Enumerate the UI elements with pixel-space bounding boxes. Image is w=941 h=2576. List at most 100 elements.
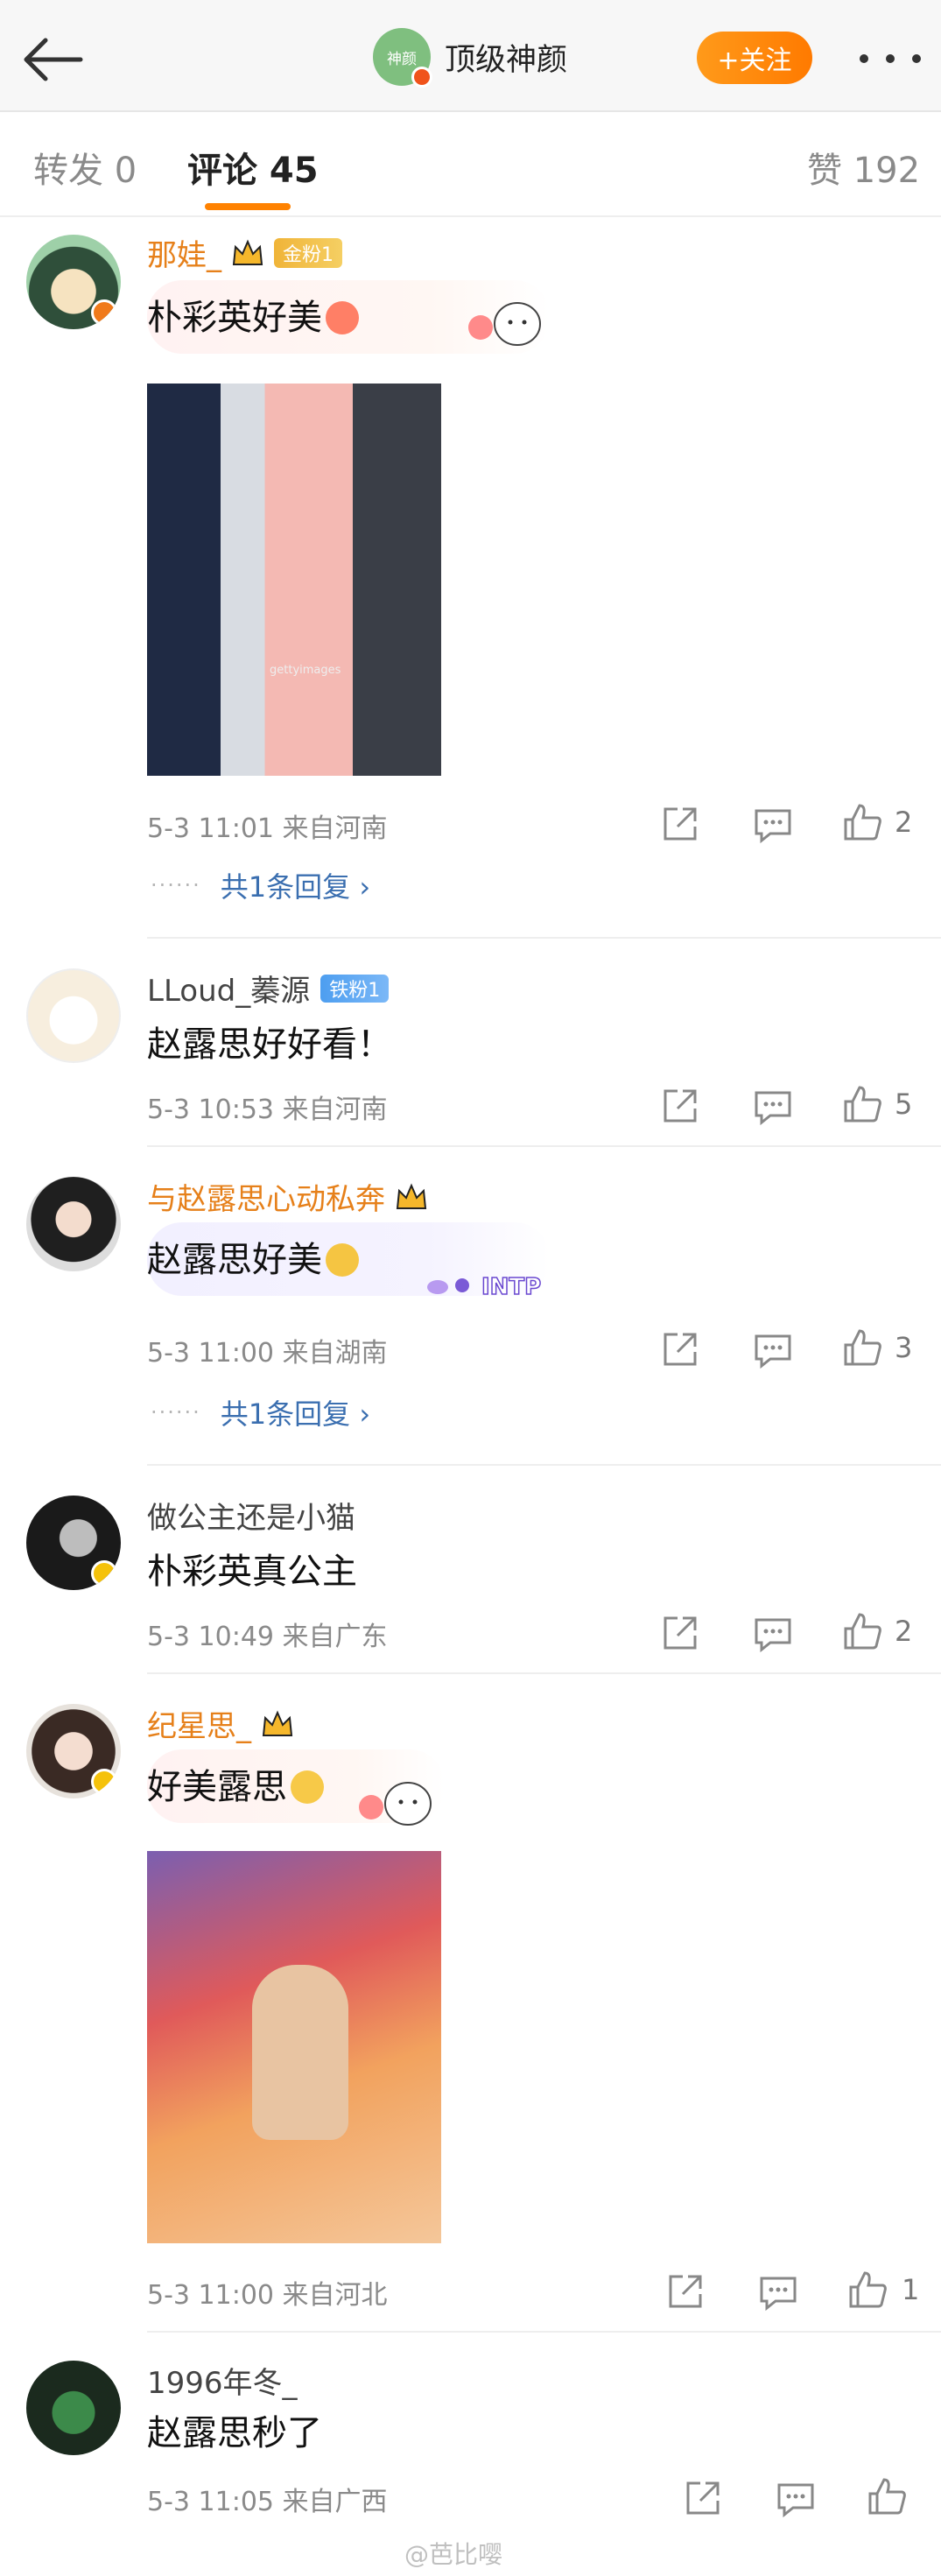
comment-text-content: 赵露思好美 [147, 1240, 322, 1280]
avatar[interactable] [26, 968, 121, 1063]
like-icon[interactable] [842, 1611, 882, 1651]
image-figure [252, 1965, 348, 2140]
divider [147, 1464, 941, 1466]
comment-text-content: 好美露思 [147, 1767, 287, 1807]
comment-text: 赵露思好美 [147, 1231, 359, 1282]
image-watermark: gettyimages [270, 664, 341, 677]
comment-meta: 5-3 11:05 来自广西 [147, 2487, 388, 2517]
like-count: 2 [895, 806, 913, 839]
username-text: 1996年冬_ [147, 2366, 298, 2401]
like-icon[interactable] [842, 1084, 882, 1124]
view-replies-link[interactable]: ······ 共1条回复 › [151, 1392, 370, 1432]
comment-item: 做公主还是小猫 朴彩英真公主 5-3 10:49 来自广东 2 [0, 1473, 941, 1674]
comment-item: 纪星思_ 好美露思 5-3 11:00 来自河北 1 [0, 1681, 941, 2340]
like-icon[interactable] [842, 802, 882, 842]
emoji-icon [291, 1770, 324, 1804]
verified-badge-icon [91, 299, 117, 326]
comment-image[interactable]: gettyimages [147, 384, 441, 776]
comment-icon[interactable] [753, 1613, 793, 1653]
replies-text: 共1条回复 › [220, 870, 371, 904]
tab-bar: 转发 0 评论 45 赞 192 [0, 114, 941, 217]
share-icon[interactable] [660, 1613, 700, 1653]
divider [147, 1672, 941, 1674]
view-replies-link[interactable]: ······ 共1条回复 › [151, 865, 370, 905]
comment-meta: 5-3 11:00 来自湖南 [147, 1338, 388, 1369]
divider [147, 937, 941, 939]
comment-icon[interactable] [758, 2271, 798, 2312]
account-avatar-text: 神颜 [387, 50, 417, 68]
like-icon[interactable] [842, 1327, 882, 1368]
follow-button[interactable]: +关注 [697, 32, 812, 84]
share-icon[interactable] [660, 1086, 700, 1126]
username-text: 纪星思_ [147, 1709, 251, 1744]
share-icon[interactable] [683, 2478, 723, 2518]
comment-meta: 5-3 10:49 来自广东 [147, 1622, 388, 1652]
comment-icon[interactable] [753, 1329, 793, 1369]
share-icon[interactable] [660, 804, 700, 844]
back-arrow-icon[interactable] [19, 35, 86, 84]
username[interactable]: 1996年冬_ [147, 2359, 298, 2402]
intp-sticker-icon: INTP [427, 1273, 542, 1301]
verified-badge-icon [91, 1769, 117, 1795]
username-text: 那娃_ [147, 238, 221, 273]
replies-dots: ······ [151, 1400, 201, 1425]
like-count: 3 [895, 1331, 913, 1364]
avatar[interactable] [26, 1704, 121, 1798]
verified-badge-icon [411, 67, 432, 88]
emoji-icon [326, 301, 359, 334]
account-info[interactable]: 神颜 顶级神颜 [373, 26, 567, 88]
tab-comments[interactable]: 评论 45 [187, 142, 319, 193]
cat-sticker-icon [359, 1782, 432, 1826]
comment-meta: 5-3 11:00 来自河北 [147, 2280, 388, 2311]
comment-text: 好美露思 [147, 1758, 324, 1809]
username[interactable]: LLoud_蓁源 铁粉1 [147, 967, 390, 1010]
comment-item: 与赵露思心动私奔 赵露思好美 INTP 5-3 11:00 来自湖南 3 ···… [0, 1154, 941, 1466]
avatar[interactable] [26, 235, 121, 329]
comment-item: 那娃_ 金粉1 朴彩英好美 gettyimages 5-3 11:01 来自河南… [0, 231, 941, 939]
crown-icon [262, 1709, 293, 1736]
emoji-icon [326, 1243, 359, 1277]
comment-text: 赵露思好好看！ [147, 1024, 392, 1065]
share-icon[interactable] [665, 2271, 706, 2312]
username[interactable]: 做公主还是小猫 [147, 1494, 355, 1537]
username-text: 做公主还是小猫 [147, 1501, 355, 1536]
username[interactable]: 那娃_ 金粉1 [147, 231, 342, 274]
like-icon[interactable] [867, 2476, 907, 2516]
avatar[interactable] [26, 1496, 121, 1590]
comment-text: 赵露思秒了 [147, 2413, 322, 2453]
tab-reposts[interactable]: 转发 0 [33, 142, 137, 193]
intp-tag-text: INTP [481, 1274, 541, 1300]
comment-item: LLoud_蓁源 铁粉1 赵露思好好看！ 5-3 10:53 来自河南 5 [0, 946, 941, 1147]
share-icon[interactable] [660, 1329, 700, 1369]
comment-meta: 5-3 10:53 来自河南 [147, 1094, 388, 1125]
active-tab-indicator [205, 203, 291, 210]
top-bar: 神颜 顶级神颜 +关注 [0, 0, 941, 112]
crown-icon [396, 1182, 427, 1209]
account-name[interactable]: 顶级神颜 [445, 35, 567, 80]
comment-icon[interactable] [753, 1086, 793, 1126]
comment-text: 朴彩英好美 [147, 289, 359, 340]
fan-badge: 铁粉1 [320, 974, 390, 1003]
comment-text-content: 朴彩英好美 [147, 298, 322, 338]
replies-text: 共1条回复 › [220, 1397, 371, 1431]
username-text: 与赵露思心动私奔 [147, 1182, 385, 1217]
replies-dots: ······ [151, 873, 201, 897]
like-icon[interactable] [847, 2270, 888, 2310]
cat-sticker-icon [468, 302, 541, 346]
watermark: @芭比嘤 [404, 2540, 503, 2569]
comment-meta: 5-3 11:01 来自河南 [147, 813, 388, 844]
tab-likes[interactable]: 赞 192 [807, 142, 920, 193]
like-count: 2 [895, 1615, 913, 1648]
username[interactable]: 与赵露思心动私奔 [147, 1175, 429, 1218]
account-avatar[interactable]: 神颜 [373, 28, 432, 88]
divider [147, 1145, 941, 1147]
like-count: 1 [902, 2273, 920, 2306]
comment-image[interactable] [147, 1851, 441, 2243]
avatar[interactable] [26, 2361, 121, 2455]
more-options-icon[interactable] [860, 46, 921, 72]
comment-icon[interactable] [776, 2478, 816, 2518]
comment-icon[interactable] [753, 804, 793, 844]
avatar[interactable] [26, 1177, 121, 1271]
like-count: 5 [895, 1087, 913, 1121]
username[interactable]: 纪星思_ [147, 1702, 295, 1745]
